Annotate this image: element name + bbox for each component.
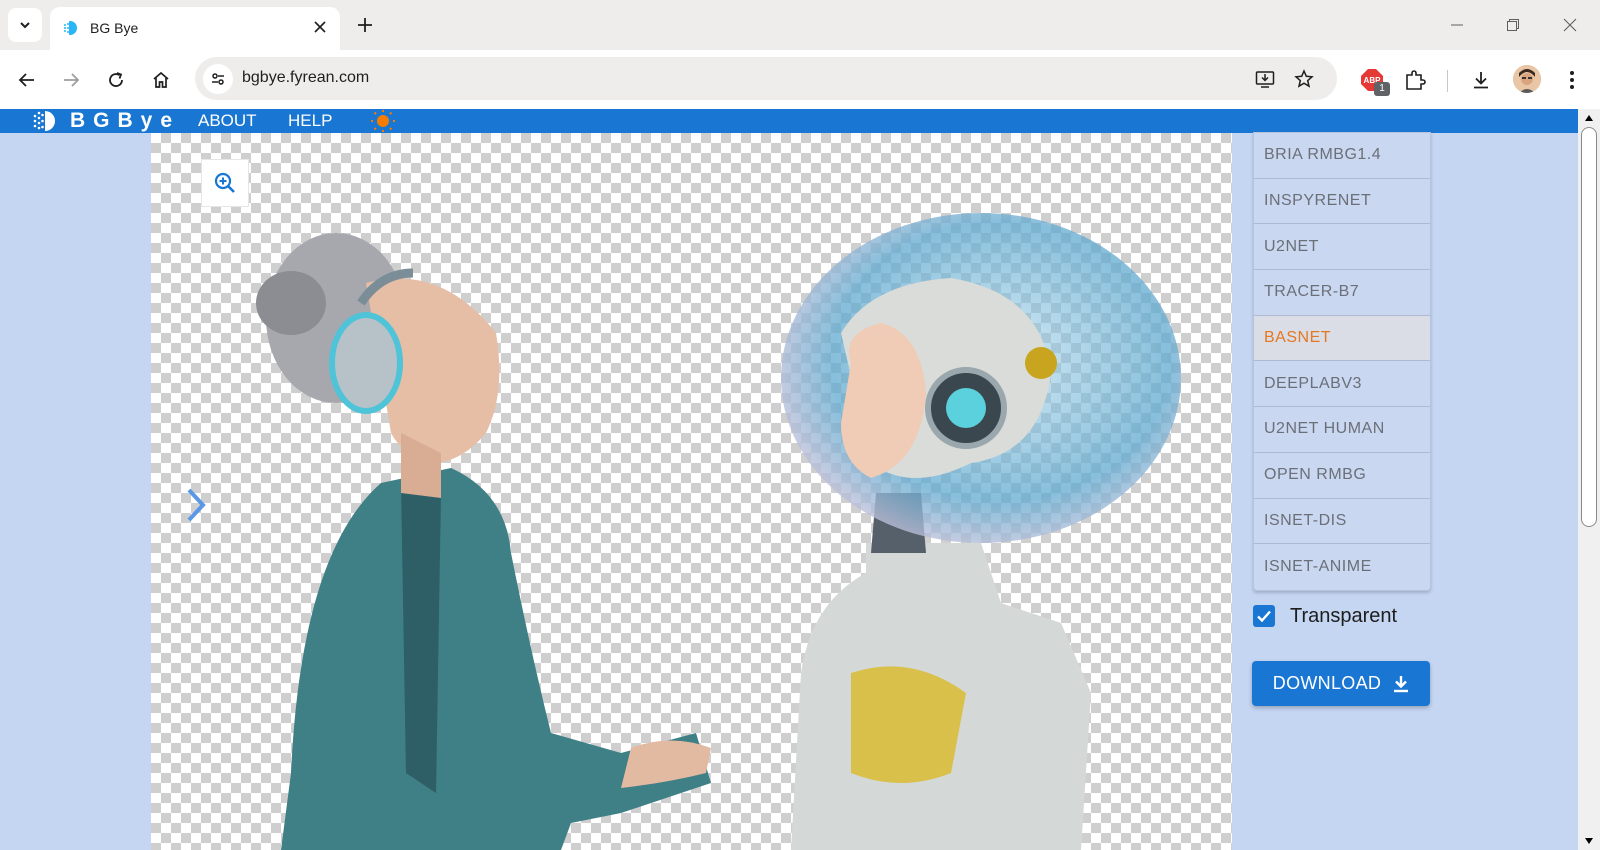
transparent-checkbox[interactable] <box>1253 605 1275 627</box>
restore-button[interactable] <box>1499 12 1527 38</box>
nav-help[interactable]: HELP <box>288 111 332 131</box>
tab-close-button[interactable] <box>310 17 330 37</box>
url-text[interactable]: bgbye.fyrean.com <box>242 69 369 87</box>
restore-icon <box>1507 19 1519 31</box>
close-icon <box>1563 18 1577 32</box>
theme-toggle-button[interactable] <box>368 109 398 133</box>
model-option[interactable]: DEEPLABV3 <box>1254 361 1430 408</box>
close-icon <box>314 21 326 33</box>
profile-photo-icon <box>1513 65 1541 93</box>
triangle-down-icon <box>1585 838 1593 844</box>
browser-tab-strip: BG Bye <box>0 0 1600 50</box>
model-option[interactable]: INSPYRENET <box>1254 179 1430 225</box>
model-option[interactable]: ISNET-DIS <box>1254 499 1430 545</box>
check-icon <box>1257 610 1271 623</box>
minimize-icon <box>1451 24 1463 26</box>
home-button[interactable] <box>145 64 177 96</box>
model-option[interactable]: U2NET <box>1254 224 1430 271</box>
model-option[interactable]: OPEN RMBG <box>1254 453 1430 499</box>
address-bar[interactable]: bgbye.fyrean.com <box>195 57 1337 100</box>
download-button[interactable]: DOWNLOAD <box>1252 661 1430 706</box>
woman-figure <box>256 233 711 850</box>
install-app-button[interactable] <box>1252 66 1278 92</box>
processed-image <box>256 213 1181 850</box>
app-logo-text[interactable]: BGBye <box>70 109 180 133</box>
model-option-selected[interactable]: BASNET <box>1254 315 1430 362</box>
transparent-option[interactable]: Transparent <box>1253 603 1397 629</box>
scroll-down-button[interactable] <box>1578 832 1600 850</box>
zoom-button[interactable] <box>201 159 249 207</box>
app-header: BGBye ABOUT HELP <box>0 109 1578 133</box>
nav-about[interactable]: ABOUT <box>198 111 257 131</box>
back-button[interactable] <box>11 64 43 96</box>
window-close-button[interactable] <box>1556 12 1584 38</box>
download-label: DOWNLOAD <box>1272 673 1382 693</box>
model-option[interactable]: U2NET HUMAN <box>1254 407 1430 453</box>
scroll-up-button[interactable] <box>1578 109 1600 127</box>
forward-button[interactable] <box>55 64 87 96</box>
tab-title: BG Bye <box>90 20 139 36</box>
model-list: BRIA RMBG1.4 INSPYRENET U2NET TRACER-B7 … <box>1253 132 1431 591</box>
new-tab-button[interactable] <box>352 12 378 38</box>
download-icon <box>1394 675 1409 692</box>
logo-icon <box>33 111 55 131</box>
reload-icon <box>109 72 123 87</box>
extensions-button[interactable] <box>1399 64 1431 96</box>
model-option[interactable]: BRIA RMBG1.4 <box>1254 133 1430 179</box>
star-icon <box>1294 69 1314 88</box>
reload-button[interactable] <box>100 64 132 96</box>
page-content: BGBye ABOUT HELP BRIA RMBG1.4 INSPYRENET… <box>0 109 1578 850</box>
toolbar-divider <box>1447 70 1448 92</box>
extension-badge: 1 <box>1374 82 1390 96</box>
download-icon <box>1474 72 1488 89</box>
tab-search-button[interactable] <box>8 8 42 42</box>
bookmark-button[interactable] <box>1291 66 1317 92</box>
sun-icon <box>371 110 395 132</box>
site-info-button[interactable] <box>203 64 233 94</box>
scrollbar-thumb[interactable] <box>1581 127 1597 527</box>
arrow-right-icon <box>64 73 80 87</box>
browser-toolbar: bgbye.fyrean.com ABP 1 <box>0 50 1600 109</box>
browser-tab-active[interactable]: BG Bye <box>50 7 340 50</box>
robot-figure <box>781 213 1181 850</box>
image-preview[interactable] <box>151 133 1232 850</box>
triangle-up-icon <box>1585 115 1593 121</box>
tune-icon <box>212 73 224 85</box>
model-option[interactable]: TRACER-B7 <box>1254 270 1430 316</box>
transparent-label: Transparent <box>1290 604 1398 627</box>
zoom-in-icon <box>214 172 235 193</box>
profile-avatar[interactable] <box>1513 65 1541 93</box>
model-option[interactable]: ISNET-ANIME <box>1254 544 1430 590</box>
bgbye-favicon-icon <box>63 21 77 35</box>
chevron-right-icon <box>187 488 206 522</box>
downloads-button[interactable] <box>1465 64 1497 96</box>
arrow-left-icon <box>18 73 34 87</box>
install-icon <box>1255 71 1275 88</box>
plus-icon <box>358 18 372 32</box>
adblock-extension-button[interactable]: ABP 1 <box>1356 64 1390 96</box>
chrome-menu-button[interactable] <box>1556 64 1588 96</box>
chevron-down-icon <box>20 22 30 29</box>
minimize-button[interactable] <box>1443 12 1471 38</box>
page-scrollbar[interactable] <box>1578 109 1600 850</box>
more-vert-icon <box>1570 71 1574 89</box>
home-icon <box>153 71 169 88</box>
puzzle-icon <box>1406 70 1426 90</box>
next-image-button[interactable] <box>181 485 211 525</box>
